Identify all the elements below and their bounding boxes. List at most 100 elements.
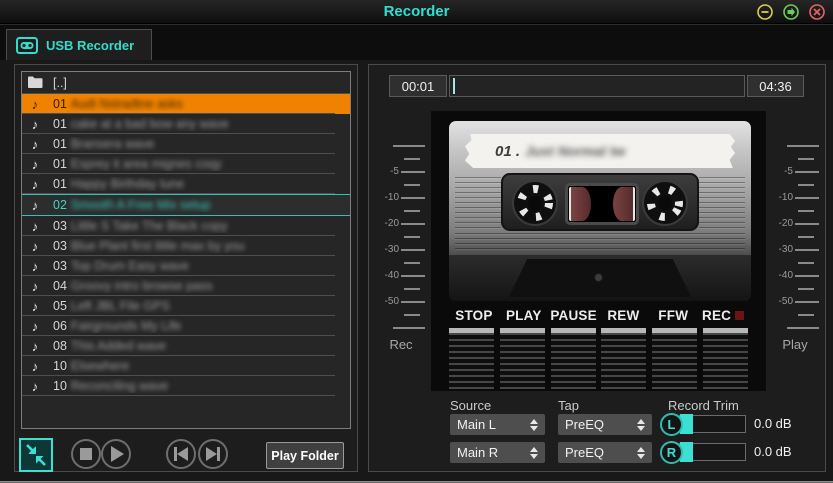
deck-pad-pause[interactable]: [550, 328, 596, 389]
file-row[interactable]: ♪ 01 Audi Nstradtne asks: [22, 94, 350, 114]
progress-bar[interactable]: [449, 75, 745, 97]
trim-value-r: 0.0 dB: [754, 444, 792, 459]
trim-channel-badge-r: R: [660, 441, 683, 464]
track-name: Top Drum Easy wave: [70, 259, 190, 273]
meter-tick: -30: [771, 243, 819, 256]
deck-button-labels: STOP PLAY PAUSE REW FFW REC: [449, 306, 748, 325]
meter-tick: -10: [377, 191, 425, 204]
previous-track-button[interactable]: [166, 439, 196, 469]
track-name: Audi Nstradtne asks: [70, 97, 183, 111]
record-meter-scale: -5 -10 -20 -30 -40 -50 Rec: [377, 139, 425, 352]
track-number: 03: [53, 239, 67, 253]
stop-button[interactable]: [71, 439, 101, 469]
parent-directory-row[interactable]: [..]: [22, 72, 350, 94]
file-row[interactable]: ♪ 05 Left JBL File GPS: [22, 296, 350, 316]
deck-pad-play[interactable]: [499, 328, 545, 389]
tap-select-l[interactable]: PreEQ: [558, 414, 652, 435]
recorder-panel: 00:01 04:36 -5 -10 -20 -30 -40 -50 Rec -5 -10-…: [368, 64, 826, 472]
deck-label-rew: REW: [607, 308, 640, 323]
track-number: 10: [53, 359, 67, 373]
music-note-icon: ♪: [31, 197, 39, 213]
cassette-icon: [16, 37, 38, 54]
file-row[interactable]: ♪ 01 Bransera wave: [22, 134, 350, 154]
record-meter-label: Rec: [389, 337, 413, 352]
track-number: 06: [53, 319, 67, 333]
cassette-well: [509, 259, 691, 297]
cassette-track-name: Just Normal tw: [525, 143, 626, 159]
record-trim-label: Record Trim: [668, 398, 739, 413]
track-name: cake at a bad bow any wave: [70, 117, 229, 131]
file-row[interactable]: ♪ 03 Top Drum Easy wave: [22, 256, 350, 276]
meter-tick: -5: [377, 165, 425, 178]
tap-select-r[interactable]: PreEQ: [558, 442, 652, 463]
track-number: 01: [53, 157, 67, 171]
track-name: Blue Plant first little max by you: [70, 239, 245, 253]
track-name: This Added wave: [70, 339, 167, 353]
meter-tick: [771, 204, 819, 217]
file-row[interactable]: ♪ 01 Happy Birthday tune: [22, 174, 350, 194]
minimize-button[interactable]: [757, 4, 773, 20]
file-row[interactable]: ♪ 03 Blue Plant first little max by you: [22, 236, 350, 256]
tape-roll-left: [569, 187, 591, 221]
parent-directory-label: [..]: [53, 76, 67, 90]
trim-slider-l[interactable]: [679, 414, 746, 434]
file-row[interactable]: ♪ 10 Elsewhere: [22, 356, 350, 376]
track-name: Left JBL File GPS: [70, 299, 170, 313]
music-note-icon: ♪: [31, 278, 39, 294]
play-button[interactable]: [101, 439, 131, 469]
source-select-l[interactable]: Main L: [450, 414, 545, 435]
file-row[interactable]: ♪ 04 Groovy intro browse pass: [22, 276, 350, 296]
meter-tick: [771, 178, 819, 191]
file-row[interactable]: ♪ 02 Smooth A Free Mix setup: [22, 194, 350, 216]
cassette-label: 01 . Just Normal tw: [465, 134, 735, 168]
meter-tick: [771, 308, 819, 321]
meter-tick: -10: [771, 191, 819, 204]
tape-roll-right: [613, 187, 635, 221]
maximize-button[interactable]: [783, 4, 799, 20]
deck-label-play: PLAY: [505, 308, 542, 323]
window-title: Recorder: [383, 3, 450, 20]
meter-tick: [377, 152, 425, 165]
track-name: Smooth A Free Mix setup: [70, 198, 211, 212]
play-meter-scale: -5 -10 -20 -30 -40 -50 Play: [771, 139, 819, 352]
deck-pad-rec[interactable]: [702, 328, 748, 389]
deck-label-rec: REC: [698, 306, 748, 325]
collapse-panel-button[interactable]: [19, 438, 53, 472]
meter-tick: -20: [377, 217, 425, 230]
spinner-arrows-icon: [530, 446, 538, 459]
file-row[interactable]: ♪ 08 This Added wave: [22, 336, 350, 356]
left-reel-icon: [512, 180, 558, 226]
music-note-icon: ♪: [31, 298, 39, 314]
deck-label-ffw: FFW: [658, 308, 689, 323]
close-button[interactable]: [809, 4, 825, 20]
previous-icon: [174, 447, 188, 461]
trim-channel-badge-l: L: [660, 413, 683, 436]
deck-pad-stop[interactable]: [449, 328, 494, 389]
track-name: Esprey it area mignes coqy: [70, 157, 222, 171]
meter-tick: [377, 204, 425, 217]
play-icon: [111, 446, 124, 462]
track-number: 02: [53, 198, 67, 212]
meter-tick: [377, 139, 425, 152]
deck-pad-ffw[interactable]: [652, 328, 698, 389]
meter-tick: -50: [377, 295, 425, 308]
deck-pad-rew[interactable]: [601, 328, 647, 389]
trim-slider-r[interactable]: [679, 442, 746, 462]
trim-value-l: 0.0 dB: [754, 416, 792, 431]
progress-cursor[interactable]: [452, 78, 455, 94]
tab-usb-recorder[interactable]: USB Recorder: [6, 29, 152, 61]
play-folder-button[interactable]: Play Folder: [266, 442, 344, 469]
track-number: 03: [53, 259, 67, 273]
next-track-button[interactable]: [198, 439, 228, 469]
file-row[interactable]: ♪ 03 Little S Take The Black copy: [22, 216, 350, 236]
file-row[interactable]: ♪ 10 Reconciling wave: [22, 376, 350, 396]
meter-tick: -30: [377, 243, 425, 256]
source-select-r[interactable]: Main R: [450, 442, 545, 463]
file-row[interactable]: ♪ 06 Fairgrounds My Life: [22, 316, 350, 336]
file-row[interactable]: ♪ 01 cake at a bad bow any wave: [22, 114, 350, 134]
spinner-arrows-icon: [637, 418, 645, 431]
meter-tick: -40: [377, 269, 425, 282]
music-note-icon: ♪: [31, 218, 39, 234]
file-row[interactable]: ♪ 01 Esprey it area mignes coqy: [22, 154, 350, 174]
next-icon: [206, 447, 220, 461]
